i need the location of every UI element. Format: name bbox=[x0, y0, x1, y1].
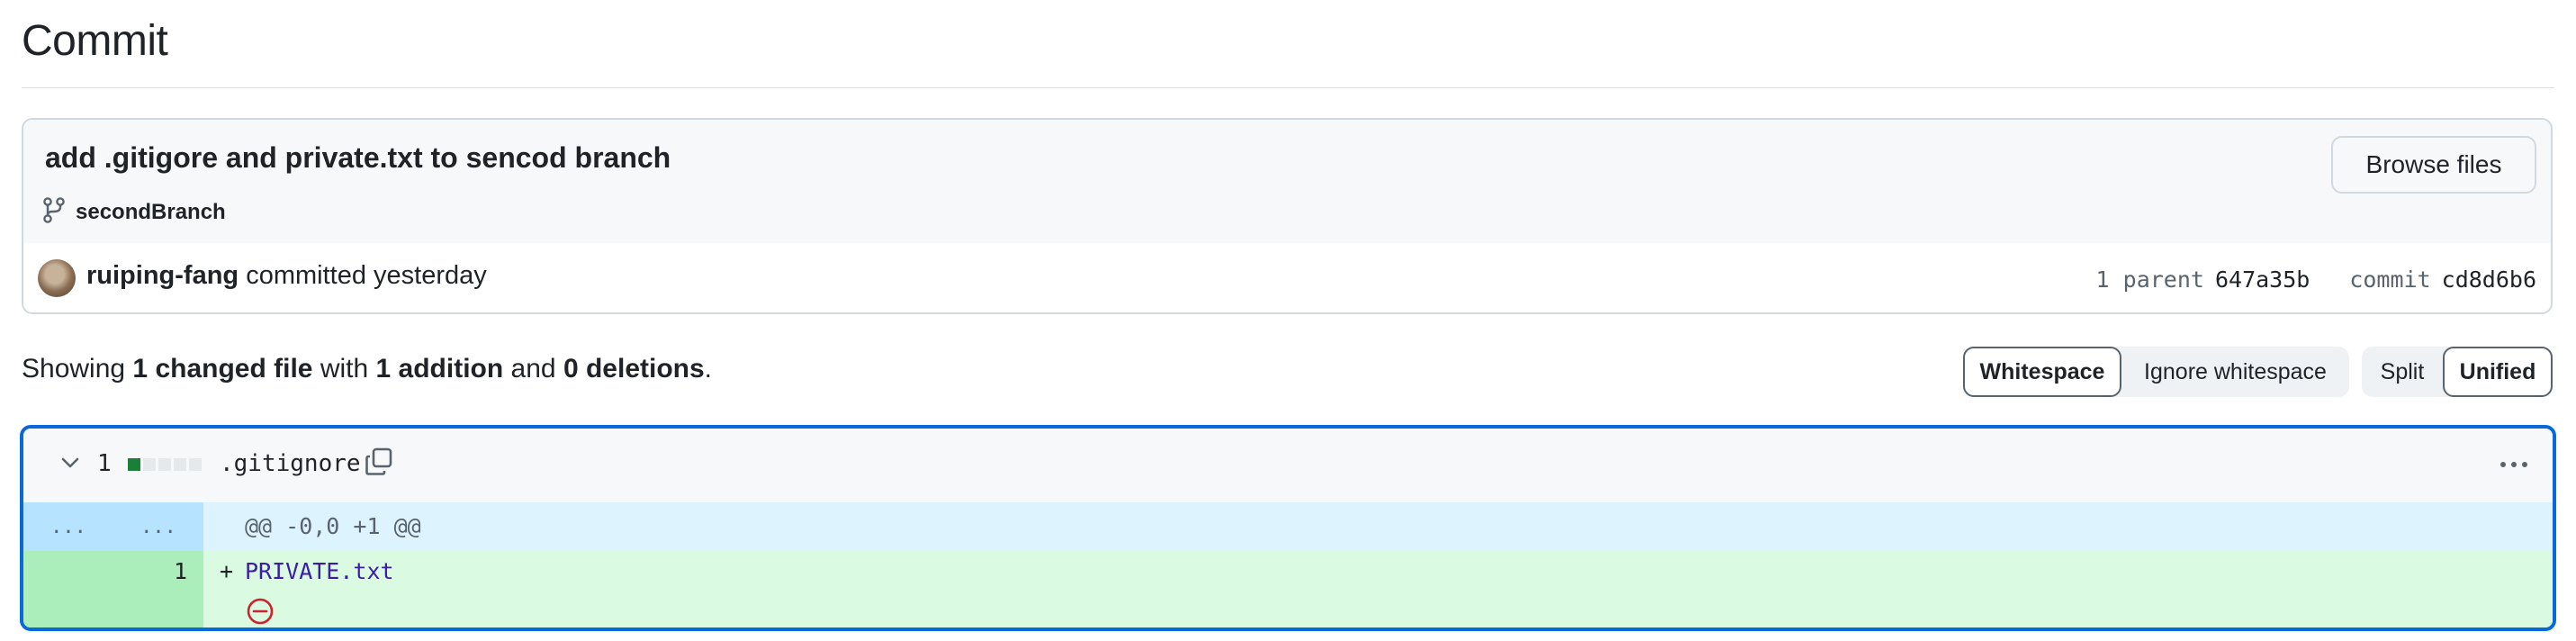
commit-label: commit bbox=[2349, 266, 2431, 293]
expand-down-button[interactable]: ... bbox=[113, 502, 203, 551]
changed-files-count[interactable]: 1 changed file bbox=[132, 354, 312, 384]
diffstat bbox=[128, 458, 202, 471]
file-change-count: 1 bbox=[97, 450, 112, 477]
git-branch-icon bbox=[41, 196, 67, 228]
diff-view-toggle: Split Unified bbox=[2362, 347, 2553, 397]
diffstat-block bbox=[174, 458, 186, 471]
copy-icon[interactable] bbox=[364, 447, 394, 482]
unified-button[interactable]: Unified bbox=[2443, 347, 2553, 397]
branch-ref[interactable]: secondBranch bbox=[41, 196, 226, 228]
author-link[interactable]: ruiping-fang bbox=[86, 261, 239, 290]
whitespace-toggle: Whitespace Ignore whitespace bbox=[1963, 347, 2349, 397]
page-title: Commit bbox=[22, 17, 168, 65]
expand-up-button[interactable]: ... bbox=[23, 502, 113, 551]
hunk-row: ... ... @@ -0,0 +1 @@ bbox=[23, 502, 2553, 551]
kebab-horizontal-icon[interactable] bbox=[2499, 452, 2529, 482]
summary-prefix: Showing bbox=[22, 354, 126, 384]
commit-message: add .gitigore and private.txt to sencod … bbox=[45, 141, 671, 174]
hunk-header: @@ -0,0 +1 @@ bbox=[245, 513, 421, 539]
branch-name[interactable]: secondBranch bbox=[76, 200, 226, 225]
title-divider bbox=[22, 87, 2554, 88]
summary-and: and bbox=[510, 354, 556, 384]
diffstat-block bbox=[143, 458, 156, 471]
commit-header: add .gitigore and private.txt to sencod … bbox=[23, 120, 2551, 245]
deletions-count: 0 deletions bbox=[563, 354, 705, 384]
diff-line-addition: 1 + PRIVATE.txt bbox=[23, 551, 2553, 627]
file-diff: 1 .gitignore ... ... @@ -0,0 +1 @@ 1 + P… bbox=[20, 425, 2556, 631]
additions-count: 1 addition bbox=[375, 354, 504, 384]
line-content: PRIVATE.txt bbox=[245, 558, 394, 584]
parent-sha-link[interactable]: 647a35b bbox=[2215, 266, 2310, 293]
summary-with: with bbox=[320, 354, 369, 384]
whitespace-button[interactable]: Whitespace bbox=[1963, 347, 2121, 397]
chevron-down-icon[interactable] bbox=[58, 450, 83, 480]
file-name-link[interactable]: .gitignore bbox=[220, 450, 361, 477]
no-entry-icon bbox=[245, 596, 275, 627]
diffstat-block bbox=[128, 458, 140, 471]
commit-box: add .gitigore and private.txt to sencod … bbox=[22, 118, 2553, 314]
commit-sha: cd8d6b6 bbox=[2441, 266, 2536, 293]
commit-action: committed bbox=[246, 261, 366, 290]
browse-files-button[interactable]: Browse files bbox=[2331, 136, 2536, 194]
file-header: 1 .gitignore bbox=[23, 429, 2553, 504]
parent-label: 1 parent bbox=[2095, 266, 2204, 293]
avatar[interactable] bbox=[38, 259, 76, 297]
summary-end: . bbox=[704, 354, 713, 384]
ignore-whitespace-button[interactable]: Ignore whitespace bbox=[2121, 347, 2349, 397]
commit-meta: 1 parent 647a35b commit cd8d6b6 bbox=[2096, 266, 2536, 293]
commit-time: yesterday bbox=[374, 261, 487, 290]
diffstat-block bbox=[189, 458, 202, 471]
split-button[interactable]: Split bbox=[2362, 347, 2443, 397]
line-number[interactable]: 1 bbox=[113, 558, 187, 584]
line-sign: + bbox=[220, 558, 234, 584]
commit-author-row: ruiping-fang committed yesterday 1 paren… bbox=[23, 243, 2551, 312]
diffstat-block bbox=[158, 458, 171, 471]
author-line: ruiping-fang committed yesterday bbox=[86, 261, 487, 291]
diff-summary: Showing 1 changed file with 1 addition a… bbox=[22, 354, 712, 384]
